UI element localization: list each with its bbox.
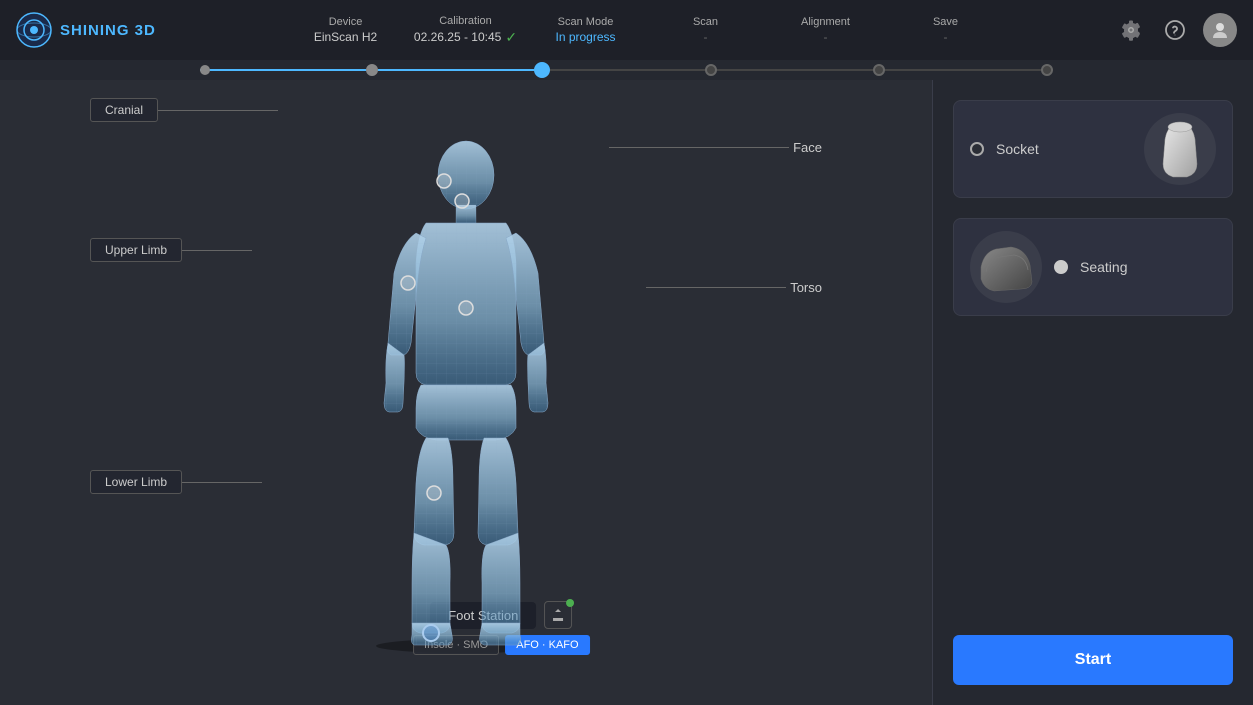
torso-line [646, 287, 786, 288]
seating-figure [976, 237, 1036, 297]
lower-limb-dot [427, 486, 441, 500]
progress-track [200, 69, 1053, 71]
seating-card[interactable]: Seating [953, 218, 1233, 316]
user-avatar[interactable] [1203, 13, 1237, 47]
export-status-dot [566, 599, 574, 607]
lower-limb-line [182, 482, 262, 483]
seating-radio[interactable] [1054, 260, 1068, 274]
progress-dot-1 [200, 65, 210, 75]
progress-dot-3 [534, 62, 550, 78]
body-model-area [296, 123, 636, 663]
torso-section: Torso [646, 280, 822, 295]
right-panel-spacer [953, 336, 1233, 595]
logo-text: SHINING 3D [60, 22, 156, 39]
app-header: SHINING 3D Device EinScan H2 Calibration… [0, 0, 1253, 60]
face-line [609, 147, 789, 148]
progress-bar [0, 60, 1253, 80]
socket-radio[interactable] [970, 142, 984, 156]
face-section: Face [609, 140, 822, 155]
face-dot-2 [455, 194, 469, 208]
logo-icon [16, 12, 52, 48]
torso-label: Torso [790, 280, 822, 295]
face-dot [437, 174, 451, 188]
upper-limb-dot [401, 276, 415, 290]
progress-steps: Device EinScan H2 Calibration 02.26.25 -… [176, 15, 1115, 46]
body-figure-svg [366, 133, 566, 653]
main-content: Cranial Upper Limb Lower Limb Face Torso [0, 80, 1253, 705]
lower-limb-label: Lower Limb [90, 470, 182, 494]
calibration-check-icon: ✓ [505, 29, 517, 46]
header-actions [1115, 13, 1237, 47]
step-scan: Scan - [646, 16, 766, 44]
progress-dots [200, 62, 1053, 78]
step-alignment: Alignment - [766, 16, 886, 44]
cranial-line [158, 110, 278, 111]
socket-image [1144, 113, 1216, 185]
progress-dot-6 [1041, 64, 1053, 76]
torso-dot [459, 301, 473, 315]
upper-limb-line [182, 250, 252, 251]
help-button[interactable] [1159, 14, 1191, 46]
step-save: Save - [886, 16, 1006, 44]
lower-limb-section: Lower Limb [90, 470, 262, 494]
face-label: Face [793, 140, 822, 155]
progress-dot-2 [366, 64, 378, 76]
step-calibration: Calibration 02.26.25 - 10:45 ✓ [406, 15, 526, 46]
step-device: Device EinScan H2 [286, 16, 406, 44]
upper-limb-section: Upper Limb [90, 238, 252, 262]
body-panel: Cranial Upper Limb Lower Limb Face Torso [0, 80, 932, 705]
socket-label: Socket [996, 141, 1132, 157]
upper-limb-label: Upper Limb [90, 238, 182, 262]
step-scan-mode: Scan Mode In progress [526, 16, 646, 44]
cranial-label: Cranial [90, 98, 158, 122]
seating-label: Seating [1080, 259, 1216, 275]
foot-dot [423, 625, 439, 641]
cranial-section: Cranial [90, 98, 278, 122]
start-button[interactable]: Start [953, 635, 1233, 685]
seating-image [970, 231, 1042, 303]
socket-figure [1155, 119, 1205, 179]
progress-dot-4 [705, 64, 717, 76]
logo-area: SHINING 3D [16, 12, 176, 48]
progress-dot-5 [873, 64, 885, 76]
socket-card[interactable]: Socket [953, 100, 1233, 198]
settings-button[interactable] [1115, 14, 1147, 46]
right-panel: Socket [933, 80, 1253, 705]
